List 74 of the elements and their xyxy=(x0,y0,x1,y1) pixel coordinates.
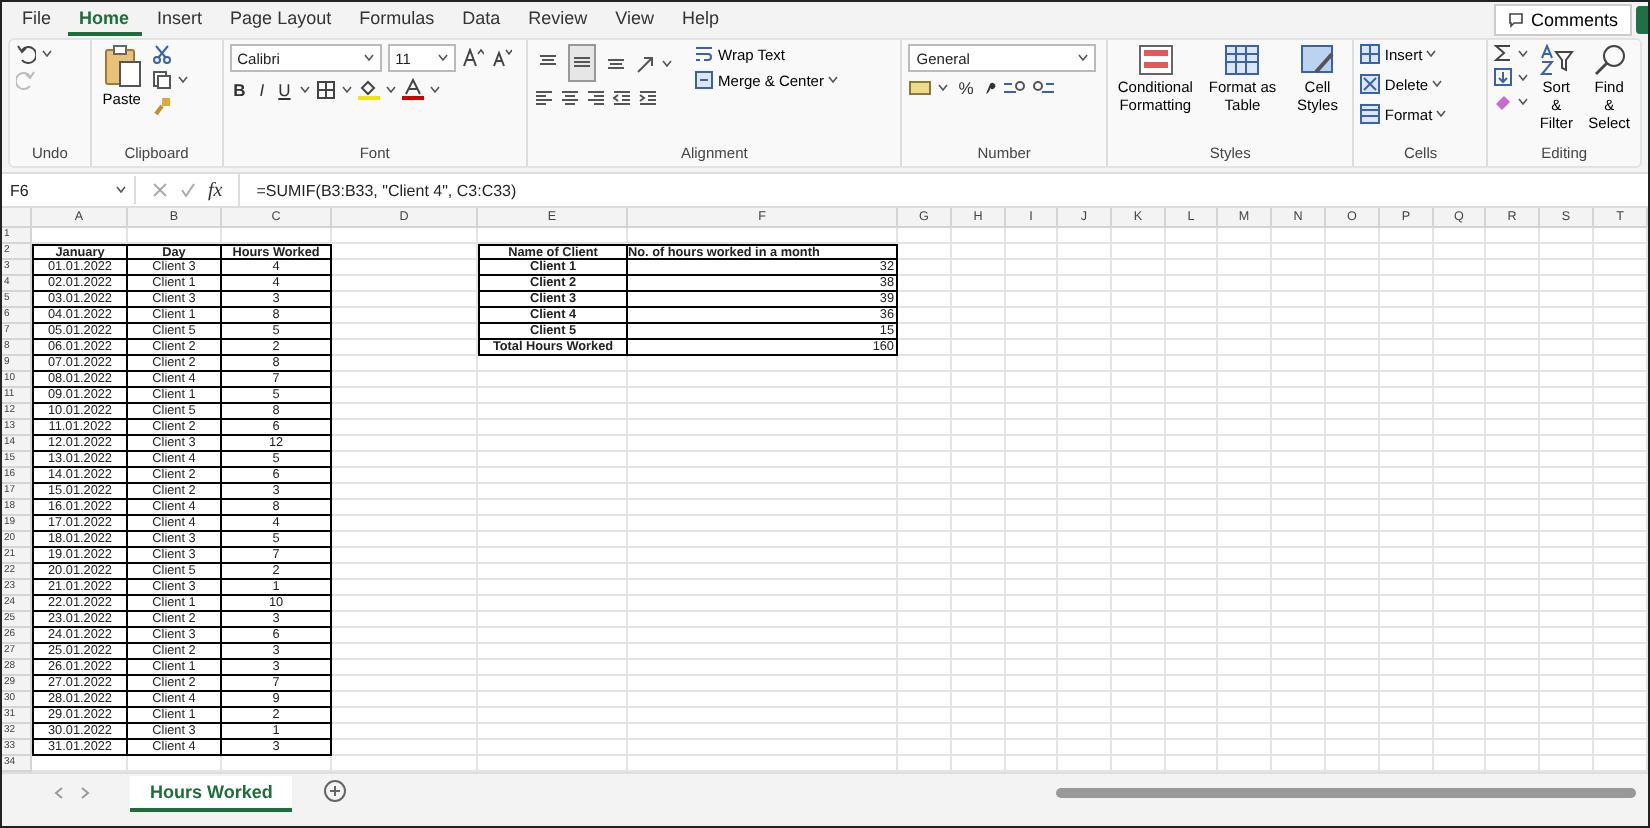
increase-font-icon[interactable] xyxy=(461,48,484,68)
clipboard-icon xyxy=(101,44,142,88)
fill-color-icon[interactable] xyxy=(358,78,381,100)
merge-cells-icon xyxy=(694,70,715,90)
undo-icon[interactable] xyxy=(16,44,36,64)
orientation-icon[interactable] xyxy=(636,53,657,73)
borders-icon[interactable] xyxy=(316,79,337,99)
caret-icon[interactable] xyxy=(177,76,188,84)
sort-filter-icon xyxy=(1538,44,1575,76)
menu-tab[interactable]: Formulas xyxy=(347,4,447,36)
add-sheet-icon[interactable] xyxy=(324,780,347,802)
caret-icon[interactable] xyxy=(827,76,838,84)
vertical-align-button[interactable] xyxy=(568,44,597,82)
caret-icon[interactable] xyxy=(363,54,374,62)
caret-icon[interactable] xyxy=(386,85,397,93)
currency-icon[interactable] xyxy=(908,78,933,98)
copy-icon[interactable] xyxy=(151,70,172,90)
menu-tab[interactable]: Insert xyxy=(145,4,215,36)
menu-tab[interactable]: View xyxy=(603,4,666,36)
decrease-font-icon[interactable] xyxy=(489,48,512,68)
align-right-icon[interactable] xyxy=(586,88,607,108)
caret-icon[interactable] xyxy=(1432,80,1443,88)
eraser-icon[interactable] xyxy=(1494,92,1513,110)
decrease-decimal-icon[interactable] xyxy=(1031,78,1056,98)
percent-button[interactable]: % xyxy=(954,78,978,98)
underline-button[interactable]: U xyxy=(274,79,295,99)
cell-styles-icon xyxy=(1299,44,1336,76)
comma-style-icon[interactable] xyxy=(983,78,996,98)
wrap-text-icon xyxy=(694,44,715,64)
cells-icon xyxy=(1360,44,1381,64)
fill-down-icon[interactable] xyxy=(1494,68,1513,86)
align-lines-icon xyxy=(572,52,593,72)
caret-icon[interactable] xyxy=(1078,54,1089,62)
menu-tab[interactable]: Help xyxy=(670,4,732,36)
cells-icon xyxy=(1360,74,1381,94)
caret-icon[interactable] xyxy=(1518,73,1529,81)
menu-tab[interactable]: File xyxy=(10,4,64,36)
caret-icon[interactable] xyxy=(1436,110,1447,118)
caret-icon[interactable] xyxy=(116,186,126,194)
decrease-indent-icon[interactable] xyxy=(612,88,633,108)
caret-icon[interactable] xyxy=(1426,50,1437,58)
previous-sheet-icon[interactable] xyxy=(54,786,64,800)
caret-icon[interactable] xyxy=(662,59,673,67)
menu-tab[interactable]: Data xyxy=(450,4,513,36)
table-icon xyxy=(1224,44,1261,76)
caret-icon[interactable] xyxy=(1518,97,1529,105)
search-icon xyxy=(1591,44,1628,76)
next-sheet-icon[interactable] xyxy=(80,786,90,800)
increase-decimal-icon[interactable] xyxy=(1001,78,1026,98)
cells-icon xyxy=(1360,104,1381,124)
italic-button[interactable]: I xyxy=(255,79,269,99)
caret-icon[interactable] xyxy=(430,85,441,93)
conditional-formatting-icon xyxy=(1137,44,1174,76)
horizontal-scrollbar[interactable] xyxy=(1056,788,1636,798)
formula-input[interactable]: =SUMIF(B3:B33, "Client 4", C3:C33) xyxy=(240,181,517,199)
font-color-icon[interactable] xyxy=(402,78,425,100)
sum-icon[interactable] xyxy=(1494,44,1513,62)
caret-icon[interactable] xyxy=(300,85,311,93)
comment-icon xyxy=(1508,12,1525,28)
sheet-tab[interactable]: Hours Worked xyxy=(130,775,293,811)
align-center-icon[interactable] xyxy=(560,88,581,108)
insert-function-button[interactable]: fx xyxy=(208,179,223,201)
caret-icon[interactable] xyxy=(342,85,353,93)
scissors-icon[interactable] xyxy=(151,44,172,64)
align-left-icon[interactable] xyxy=(534,88,555,108)
menu-tab[interactable]: Review xyxy=(516,4,600,36)
caret-icon[interactable] xyxy=(938,84,949,92)
caret-icon[interactable] xyxy=(42,50,52,58)
bold-button[interactable]: B xyxy=(229,79,250,99)
comments-button[interactable]: Comments xyxy=(1494,4,1632,36)
caret-icon[interactable] xyxy=(1518,49,1529,57)
caret-icon[interactable] xyxy=(437,54,448,62)
increase-indent-icon[interactable] xyxy=(638,88,659,108)
menu-tab[interactable]: Page Layout xyxy=(218,4,344,36)
